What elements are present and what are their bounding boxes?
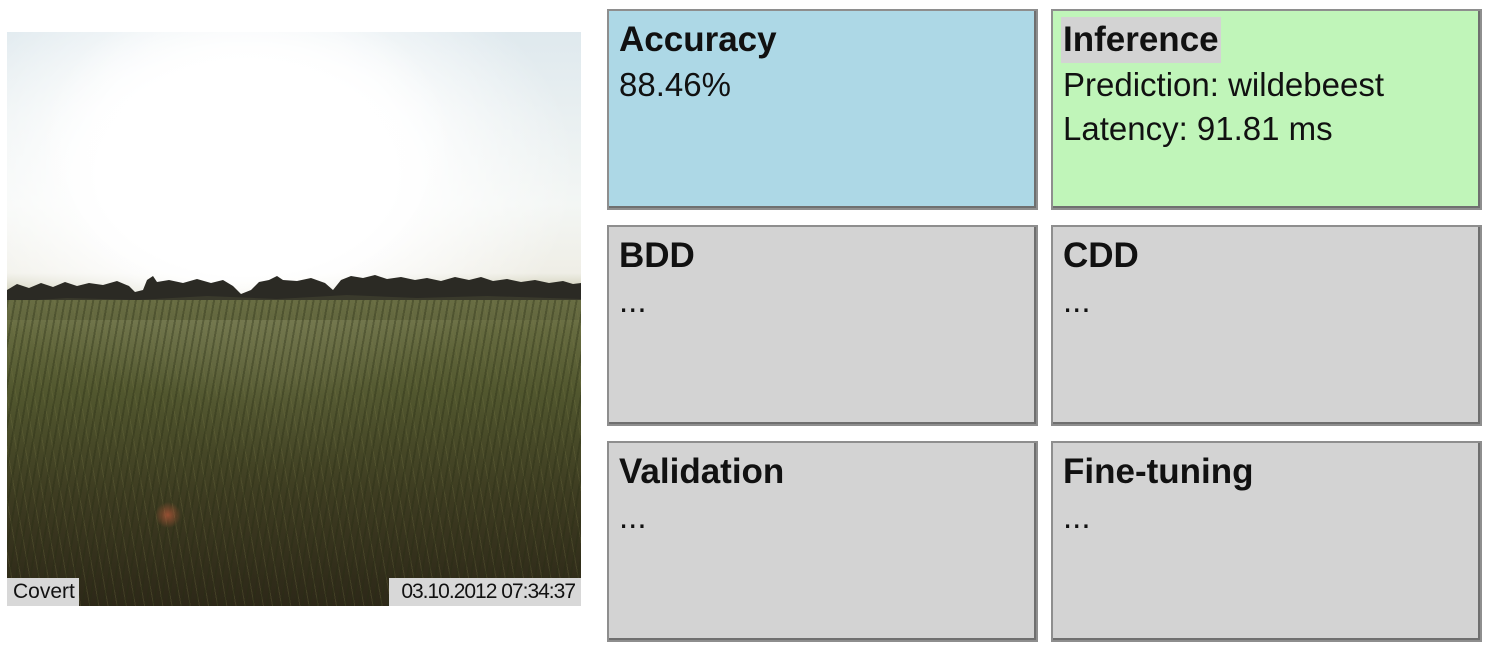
cdd-panel: CDD ... — [1051, 225, 1482, 426]
fine-tuning-panel: Fine-tuning ... — [1051, 441, 1482, 642]
bdd-panel: BDD ... — [607, 225, 1038, 426]
lens-flare — [155, 502, 181, 528]
panel-title: Inference — [1061, 17, 1221, 63]
panel-placeholder-text: ... — [1063, 282, 1091, 319]
camera-name-label: Covert — [7, 578, 79, 606]
panel-title: Fine-tuning — [1063, 452, 1254, 491]
panel-title: CDD — [1063, 236, 1139, 275]
panel-placeholder-text: ... — [1063, 498, 1091, 535]
panel-title: Validation — [619, 452, 785, 491]
panel-body: ... — [617, 495, 1028, 539]
panel-body: ... — [1061, 495, 1472, 539]
panel-body: ... — [617, 279, 1028, 323]
panel-placeholder-text: ... — [619, 498, 647, 535]
camera-trap-image: Covert 03.10.2012 07:34:37 — [7, 32, 581, 606]
panel-body: Prediction: wildebeest Latency: 91.81 ms — [1061, 63, 1472, 151]
inference-panel: Inference Prediction: wildebeest Latency… — [1051, 9, 1482, 210]
camera-timestamp-label: 03.10.2012 07:34:37 — [389, 578, 581, 606]
panel-body: 88.46% — [617, 63, 1028, 107]
latency-text: Latency: 91.81 ms — [1063, 110, 1333, 147]
panel-body: ... — [1061, 279, 1472, 323]
panel-placeholder-text: ... — [619, 282, 647, 319]
validation-panel: Validation ... — [607, 441, 1038, 642]
panel-title: BDD — [619, 236, 695, 275]
grass-field — [7, 300, 581, 606]
accuracy-panel: Accuracy 88.46% — [607, 9, 1038, 210]
panel-title: Accuracy — [619, 20, 777, 59]
accuracy-value: 88.46% — [619, 66, 731, 103]
prediction-text: Prediction: wildebeest — [1063, 66, 1385, 103]
